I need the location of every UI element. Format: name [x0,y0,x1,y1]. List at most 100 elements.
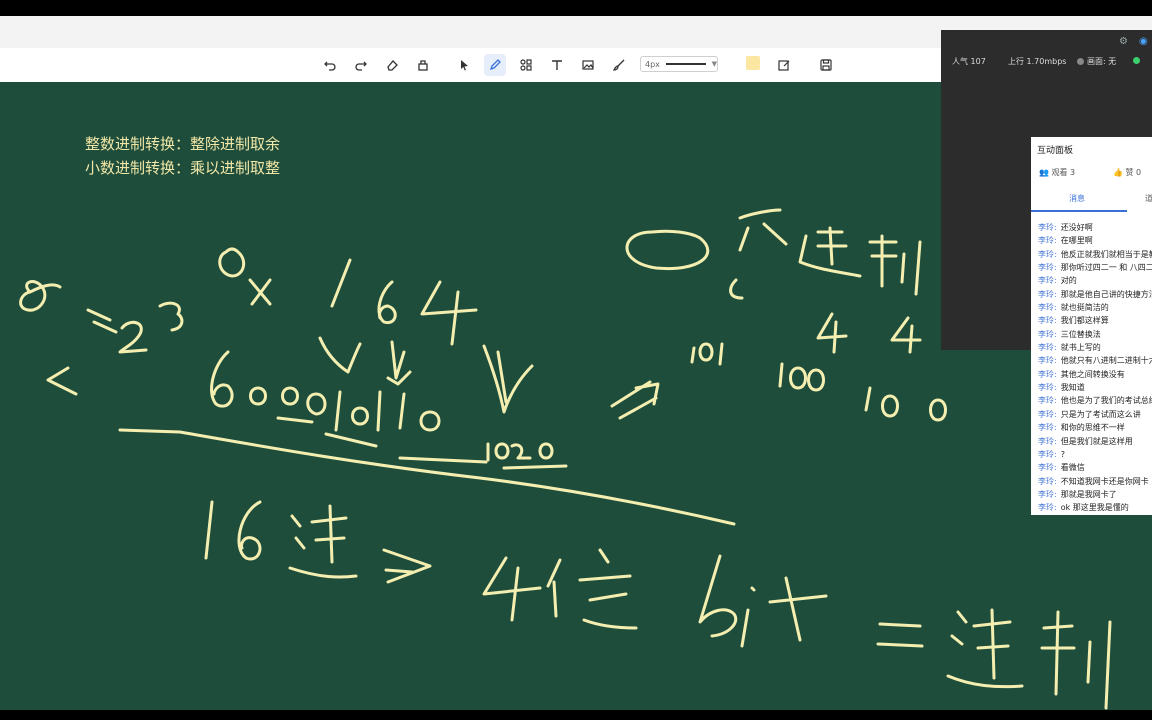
redo-icon[interactable] [350,54,372,76]
ink-stroke [816,226,848,266]
status-dot-icon [1077,58,1084,65]
ink-stroke [482,344,534,414]
ink-stroke [690,342,724,366]
ink-stroke [578,548,638,630]
tab-other[interactable]: 道 [1145,193,1152,204]
status-dot-icon [1133,57,1140,64]
ink-stroke [740,586,756,648]
select-pointer-icon[interactable] [453,54,475,76]
ink-stroke [334,390,342,432]
message-author: 李玲: [1038,249,1057,259]
undo-icon[interactable] [319,54,341,76]
edit-note-icon[interactable] [773,54,795,76]
ink-stroke [237,500,262,561]
upload-rate: 上行 1.70mbps [1008,57,1067,66]
ink-stroke [276,416,314,424]
gear-icon[interactable]: ⚙ [1119,36,1131,48]
window-top-edge [0,0,1152,16]
message-text: 看微信 [1060,463,1085,473]
message-author: 李玲: [1038,263,1057,273]
pen-icon[interactable] [484,54,506,76]
ink-stroke [288,514,358,579]
ink-stroke [1040,610,1076,696]
brush-icon[interactable] [608,54,630,76]
ink-stroke [249,386,267,406]
message-author: 李玲: [1038,489,1057,499]
pen-size-value: 4px [645,59,660,69]
ink-stroke [86,308,112,322]
ink-stroke [377,280,397,325]
eraser-icon[interactable] [381,54,403,76]
like-count: 👍 赞 0 [1113,168,1142,177]
ink-stroke [390,340,406,380]
ink-stroke [762,222,788,246]
message-text: ? [1060,449,1065,459]
message-author: 李玲: [1038,356,1057,366]
message-text: 那就是他自己讲的快捷方法 [1060,289,1152,299]
message-text: 我们都这样算 [1060,316,1109,326]
pen-size-select[interactable]: 4px ▼ [640,56,718,72]
panel-title: 互动面板 [1037,146,1074,156]
ink-stroke [482,556,542,622]
ink-stroke [92,320,118,334]
image-icon[interactable] [577,54,599,76]
message-author: 李玲: [1038,463,1057,473]
text-tool-icon[interactable] [546,54,568,76]
message-text: 还没好啊 [1060,223,1093,232]
share-icon[interactable]: ◉ [1139,36,1151,48]
ink-stroke [738,226,750,252]
shapes-icon[interactable] [515,54,537,76]
message-author: 李玲: [1038,476,1057,486]
chat-message: 李玲: 那你听过四二一 和 八四二 [1038,261,1152,274]
ink-stroke [384,568,414,574]
chat-message: 李玲: 那就是他自己讲的快捷方法 [1038,288,1152,301]
ink-stroke [376,390,382,432]
ink-stroke [19,280,62,312]
message-list[interactable]: 李玲: 还没好啊 李玲: 在哪里啊 李玲: 他反正就我们就相当于是教 李玲: 那你听过四二一 … [1038,221,1152,515]
chat-message: 李玲: 他就只有八进制二进制十六 [1038,354,1152,367]
ink-stroke [310,504,348,564]
message-author: 李玲: [1038,449,1057,459]
save-icon[interactable] [815,54,837,76]
message-text: ok 那这里我是懂的 [1060,503,1129,513]
chat-message: 李玲: 三位替换法 [1038,328,1152,341]
ink-stroke [546,558,562,618]
pen-color-swatch[interactable] [746,56,760,70]
ink-stroke [46,366,78,396]
chat-message: 李玲: 还没好啊 [1038,221,1152,234]
message-text: 在哪里啊 [1060,236,1093,246]
ink-stroke [738,208,782,220]
chat-message: 李玲: 他反正就我们就相当于是教 [1038,248,1152,261]
chat-message: 李玲: 我们都这样算 [1038,314,1152,327]
ink-stroke [382,548,432,584]
message-text: 其他之间转换没有 [1060,369,1125,379]
tab-messages[interactable]: 消息 [1069,193,1085,204]
chat-message: 李玲:? [1038,448,1152,461]
user-icon: 👥 [1039,168,1049,177]
ink-stroke [330,258,352,308]
message-text: 他就只有八进制二进制十六 [1060,356,1152,366]
mic-status [1133,56,1143,65]
popularity-count: 人气 107 [952,57,986,66]
ink-stroke [386,370,412,386]
message-text: 我知道 [1060,383,1085,393]
message-author: 李玲: [1038,423,1057,433]
message-text: 只是为了考试而这么讲 [1060,409,1141,419]
ink-stroke [900,240,922,296]
ink-stroke [625,229,710,271]
window-bottom-edge [0,710,1152,720]
message-author: 李玲: [1038,289,1057,299]
chat-message: 李玲: 不知道我网卡还是你网卡 [1038,475,1152,488]
clear-icon[interactable] [412,54,434,76]
ink-stroke [816,312,848,354]
message-text: 那就是我网卡了 [1060,489,1117,499]
message-author: 李玲: [1038,383,1057,393]
ink-stroke [698,554,738,638]
ink-stroke [946,610,1024,689]
ink-stroke [306,392,327,416]
viewer-count: 👥 观看 3 [1039,168,1076,177]
chat-message: 李玲: ok 那这里我是懂的 [1038,501,1152,514]
ink-stroke [218,247,246,278]
message-text: 对的 [1060,276,1077,286]
ink-stroke [398,392,406,430]
